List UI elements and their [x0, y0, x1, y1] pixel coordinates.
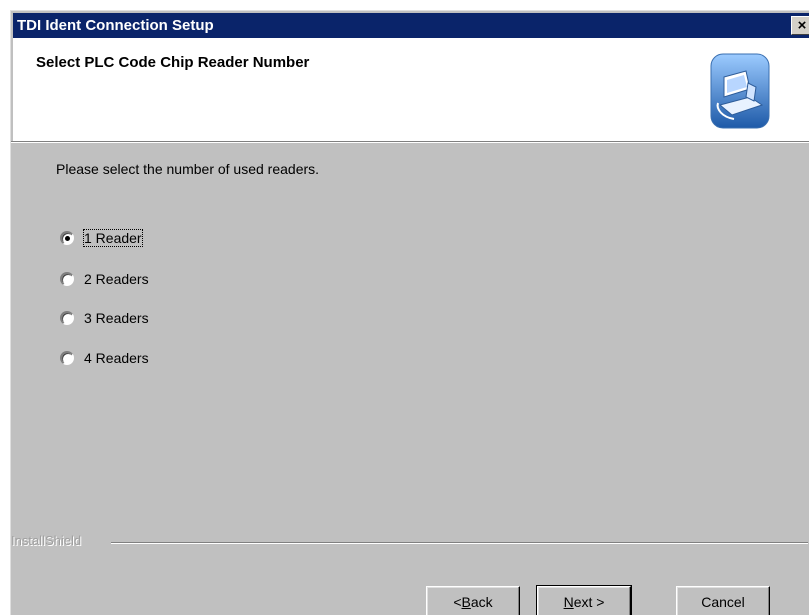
- radio-label[interactable]: 1 Reader: [83, 229, 143, 247]
- back-prefix: <: [453, 594, 462, 610]
- radio-button[interactable]: [60, 351, 74, 365]
- back-button[interactable]: < Back: [426, 586, 520, 615]
- cancel-button[interactable]: Cancel: [676, 586, 770, 615]
- title-bar[interactable]: TDI Ident Connection Setup ×: [13, 13, 809, 38]
- installshield-brand: InstallShield: [11, 533, 88, 548]
- radio-label[interactable]: 4 Readers: [84, 350, 149, 366]
- close-icon: ×: [797, 17, 807, 34]
- window-title: TDI Ident Connection Setup: [17, 17, 214, 34]
- radio-button[interactable]: [60, 311, 74, 325]
- header-divider: [11, 141, 809, 143]
- next-accel: N: [563, 594, 574, 610]
- page-title: Select PLC Code Chip Reader Number: [36, 54, 310, 71]
- back-rest: ack: [470, 594, 493, 610]
- next-rest: ext >: [573, 594, 605, 610]
- brand-rule: [111, 542, 808, 544]
- radio-label[interactable]: 2 Readers: [84, 271, 149, 287]
- setup-dialog: TDI Ident Connection Setup × Select PLC …: [10, 10, 809, 615]
- back-accel: B: [461, 594, 471, 610]
- close-button[interactable]: ×: [791, 16, 809, 35]
- wizard-header: Select PLC Code Chip Reader Number: [13, 38, 809, 141]
- installer-computer-icon: [710, 53, 770, 129]
- next-button[interactable]: Next >: [536, 585, 632, 615]
- brand-divider: InstallShield: [11, 533, 808, 553]
- radio-button[interactable]: [60, 231, 74, 245]
- radio-label[interactable]: 3 Readers: [84, 310, 149, 326]
- instruction-text: Please select the number of used readers…: [56, 161, 320, 177]
- radio-selected-dot: [65, 236, 70, 241]
- radio-button[interactable]: [60, 272, 74, 286]
